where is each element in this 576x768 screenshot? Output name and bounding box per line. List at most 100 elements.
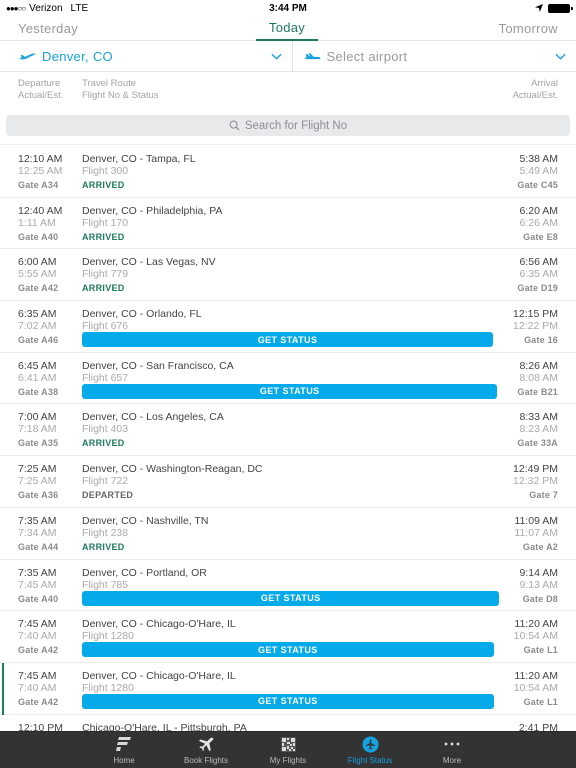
flight-row[interactable]: 6:45 AM 6:41 AM Gate A38 Denver, CO - San F… [0, 353, 576, 405]
arrival-column: 12:15 PM 12:22 PM Gate 16 [513, 308, 558, 352]
arrival-scheduled-time: 11:20 AM [514, 669, 558, 682]
route-name: Denver, CO - Chicago-O'Hare, IL [82, 618, 236, 631]
route-name: Denver, CO - San Francisco, CA [82, 359, 234, 372]
departure-estimated-time: 7:45 AM [18, 578, 57, 591]
arrival-scheduled-time: 12:15 PM [513, 308, 558, 321]
route-column: Chicago-O'Hare, IL - Pittsburgh, PA [82, 722, 519, 731]
get-status-button[interactable]: GET STATUS [82, 332, 494, 348]
arrival-column: 8:26 AM 8:08 AM Gate B21 [517, 360, 558, 404]
chevron-down-icon [555, 53, 566, 60]
arrival-estimated-time: 12:22 PM [513, 320, 558, 333]
departure-estimated-time: 12:25 AM [18, 165, 63, 177]
tab-my-flights[interactable]: My Flights [247, 732, 329, 768]
flight-search-input[interactable]: Search for Flight No [6, 115, 570, 136]
arrival-airport-placeholder: Select airport [326, 48, 408, 64]
departure-scheduled-time: 12:10 AM [18, 153, 63, 165]
tab-label: More [442, 756, 462, 765]
search-container: Search for Flight No [0, 109, 576, 145]
column-headers: Departure Actual/Est. Travel Route Fligh… [0, 72, 576, 109]
arrival-estimated-time: 8:08 AM [519, 371, 558, 384]
departure-column: 7:45 AM 7:40 AM Gate A42 [18, 670, 82, 714]
tab-home[interactable]: Home [83, 732, 165, 768]
arrival-gate: Gate B21 [517, 386, 558, 397]
flight-row[interactable]: 12:10 PM Chicago-O'Hare, IL - Pittsburgh,… [0, 715, 576, 731]
arrival-header: Arrival Actual/Est. [512, 78, 558, 101]
departure-estimated-time: 5:55 AM [18, 268, 57, 281]
more-dots-icon [443, 735, 461, 753]
flight-number: Flight 403 [82, 423, 129, 436]
departure-estimated-time: 1:11 AM [18, 216, 56, 229]
route-name: Denver, CO - Las Vegas, NV [82, 256, 216, 269]
search-icon [229, 120, 240, 131]
arrival-estimated-time: 5:49 AM [519, 165, 558, 177]
carrier-info: ●●●○○ Verizon LTE [6, 3, 88, 14]
arrival-airport-select[interactable]: Select airport [293, 41, 576, 71]
departure-scheduled-time: 7:25 AM [18, 463, 57, 476]
route-column: Denver, CO - Chicago-O'Hare, IL Flight 12… [82, 618, 494, 662]
arrival-gate: Gate 16 [524, 335, 558, 346]
route-name: Denver, CO - Philadelphia, PA [82, 204, 223, 217]
flight-number: Flight 300 [82, 165, 129, 177]
search-placeholder: Search for Flight No [244, 119, 348, 132]
departure-estimated-time: 7:40 AM [18, 681, 57, 694]
departure-column: 12:10 PM [18, 722, 82, 731]
tab-yesterday[interactable]: Yesterday [0, 16, 78, 40]
flight-status-badge: ARRIVED [82, 231, 125, 242]
arrival-gate: Gate D8 [522, 593, 558, 604]
get-status-button[interactable]: GET STATUS [82, 693, 494, 709]
arrival-scheduled-time: 12:49 PM [513, 463, 558, 476]
arrival-scheduled-time: 11:20 AM [514, 618, 558, 631]
get-status-button[interactable]: GET STATUS [82, 383, 498, 399]
arrival-scheduled-time: 9:14 AM [519, 566, 558, 579]
arrival-scheduled-time: 6:56 AM [519, 256, 558, 269]
tab-label: My Flights [269, 756, 307, 765]
departure-scheduled-time: 7:35 AM [18, 514, 57, 527]
tab-flight-status[interactable]: Flight Status [329, 732, 411, 768]
departure-estimated-time: 7:02 AM [18, 320, 57, 333]
landing-icon [303, 53, 320, 60]
tab-tomorrow[interactable]: Tomorrow [499, 16, 576, 40]
departure-scheduled-time: 6:35 AM [18, 308, 57, 321]
flight-row[interactable]: 7:25 AM 7:25 AM Gate A36 Denver, CO - Washi… [0, 456, 576, 508]
departure-airport-select[interactable]: Denver, CO [0, 41, 293, 71]
departure-column: 7:45 AM 7:40 AM Gate A42 [18, 618, 82, 662]
departure-gate: Gate A35 [18, 438, 59, 449]
flight-row[interactable]: 7:35 AM 7:45 AM Gate A40 Denver, CO - Portl… [0, 560, 576, 612]
arrival-scheduled-time: 6:20 AM [519, 204, 558, 217]
tab-today[interactable]: Today [256, 16, 318, 41]
flight-status-badge: ARRIVED [82, 180, 125, 190]
get-status-button[interactable]: GET STATUS [82, 642, 494, 658]
flight-status-icon [361, 735, 379, 753]
flight-row[interactable]: 7:35 AM 7:34 AM Gate A44 Denver, CO - Nashv… [0, 508, 576, 560]
flight-row[interactable]: 7:45 AM 7:40 AM Gate A42 Denver, CO - Chica… [0, 662, 576, 715]
arrival-scheduled-time: 8:33 AM [519, 411, 558, 424]
arrival-estimated-time: 9:13 AM [519, 578, 558, 591]
flight-number: Flight 170 [82, 216, 129, 229]
flight-row[interactable]: 6:35 AM 7:02 AM Gate A46 Denver, CO - Orlan… [0, 301, 576, 353]
bottom-tab-bar: Home Book Flights My Flights Flight Stat… [0, 731, 576, 768]
flight-number: Flight 1280 [82, 681, 134, 694]
route-column: Denver, CO - San Francisco, CA Flight 657… [82, 359, 498, 404]
flight-row[interactable]: 12:10 AM 12:25 AM Gate A34 Denver, CO - Tam… [0, 146, 576, 198]
flight-row[interactable]: 6:00 AM 5:55 AM Gate A42 Denver, CO - Las V… [0, 249, 576, 302]
flight-row[interactable]: 12:40 AM 1:11 AM Gate A40 Denver, CO - Phil… [0, 198, 576, 250]
tab-more[interactable]: More [411, 732, 493, 768]
flight-number: Flight 722 [82, 475, 129, 488]
tab-book-flights[interactable]: Book Flights [165, 732, 247, 768]
departure-column: 12:10 AM 12:25 AM Gate A34 [18, 153, 82, 197]
departure-gate: Gate A44 [18, 541, 59, 552]
departure-column: 6:35 AM 7:02 AM Gate A46 [18, 308, 82, 352]
tab-label: Book Flights [183, 756, 229, 765]
flight-row[interactable]: 7:00 AM 7:18 AM Gate A35 Denver, CO - Los A… [0, 404, 576, 457]
arrival-column: 6:56 AM 6:35 AM Gate D19 [517, 256, 558, 300]
departure-gate: Gate A42 [18, 645, 59, 656]
flight-row[interactable]: 7:45 AM 7:40 AM Gate A42 Denver, CO - Chica… [0, 611, 576, 663]
home-logo-icon [115, 735, 133, 753]
arrival-column: 5:38 AM 5:49 AM Gate C45 [517, 153, 558, 197]
departure-scheduled-time: 7:45 AM [18, 618, 57, 631]
departure-gate: Gate A40 [18, 231, 59, 242]
get-status-button[interactable]: GET STATUS [82, 590, 500, 606]
departure-estimated-time: 7:25 AM [18, 475, 57, 488]
route-column: Denver, CO - Portland, OR Flight 785 GET S… [82, 567, 500, 611]
flight-list[interactable]: 12:10 AM 12:25 AM Gate A34 Denver, CO - Tam… [0, 146, 576, 731]
